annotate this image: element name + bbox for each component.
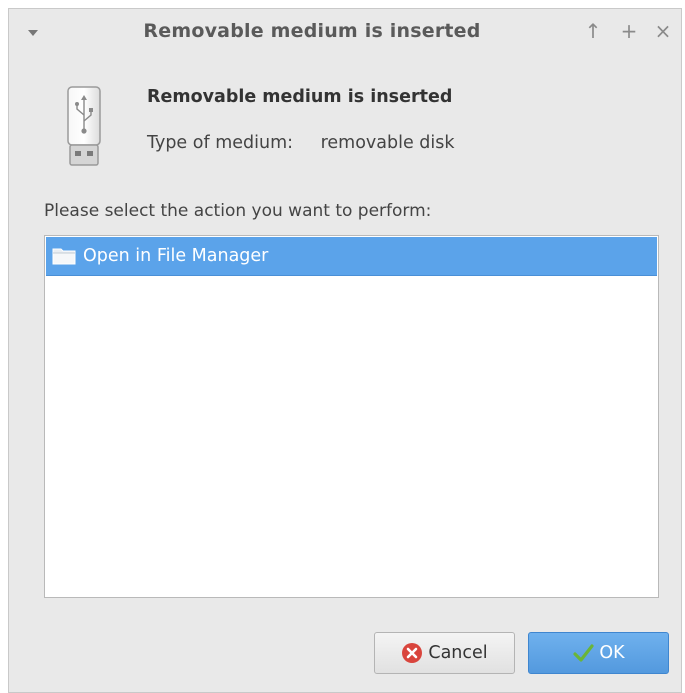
action-prompt: Please select the action you want to per… (44, 201, 432, 221)
keep-above-button[interactable]: ↑ (582, 19, 604, 43)
usb-drive-icon (67, 86, 101, 166)
dialog-window: Removable medium is inserted ↑ + × Remov… (8, 8, 682, 693)
ok-button-label: OK (599, 643, 625, 663)
cancel-icon (402, 643, 423, 663)
ok-button[interactable]: OK (528, 632, 669, 674)
medium-type-label: Type of medium: (147, 133, 294, 153)
window-title: Removable medium is inserted (143, 20, 481, 42)
medium-type-value: removable disk (320, 133, 455, 153)
medium-type-row: Type of medium: removable disk (147, 133, 455, 153)
checkmark-icon (573, 644, 594, 662)
folder-icon (52, 248, 76, 265)
action-item-label: Open in File Manager (83, 246, 269, 266)
dialog-heading: Removable medium is inserted (147, 87, 453, 107)
maximize-button[interactable]: + (618, 19, 640, 43)
action-list[interactable]: Open in File Manager (44, 235, 659, 598)
action-item-open-in-file-manager[interactable]: Open in File Manager (46, 237, 657, 276)
close-button[interactable]: × (652, 19, 674, 43)
cancel-button[interactable]: Cancel (374, 632, 515, 674)
cancel-button-label: Cancel (428, 643, 488, 663)
title-bar[interactable]: Removable medium is inserted ↑ + × (9, 9, 681, 55)
